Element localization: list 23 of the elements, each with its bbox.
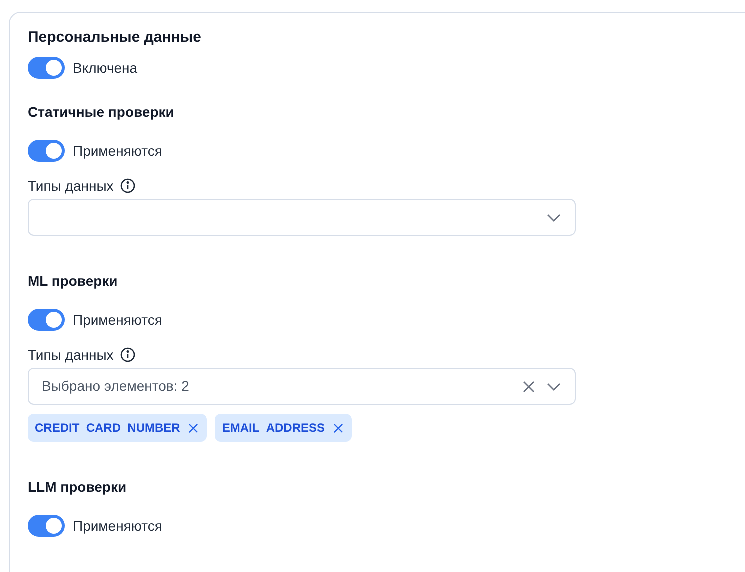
toggle-switch[interactable] [28, 309, 65, 331]
tag-label: EMAIL_ADDRESS [222, 420, 326, 437]
select-value: Выбрано элементов: 2 [42, 377, 190, 396]
toggle-label: Применяются [73, 310, 162, 330]
remove-icon[interactable] [332, 422, 346, 434]
card-title: Персональные данные [28, 28, 202, 47]
info-icon[interactable] [120, 178, 136, 194]
toggle-switch[interactable] [28, 515, 65, 537]
tag-label: CREDIT_CARD_NUMBER [35, 420, 180, 437]
field-label: Типы данных [28, 176, 114, 196]
toggle-label: Включена [73, 58, 138, 78]
section-title: LLM проверки [28, 478, 128, 497]
toggle-switch[interactable] [28, 57, 65, 79]
clear-icon[interactable] [521, 378, 537, 394]
section-title: ML проверки [28, 272, 119, 291]
data-types-select[interactable]: Выбрано элементов: 2 [28, 368, 576, 405]
section-title: Статичные проверки [28, 103, 176, 122]
info-icon[interactable] [120, 347, 136, 363]
remove-icon[interactable] [187, 422, 200, 434]
toggle-label: Применяются [73, 142, 162, 161]
toggle-switch[interactable] [28, 140, 65, 162]
toggle-label: Применяются [73, 516, 162, 536]
field-label: Типы данных [28, 346, 114, 365]
